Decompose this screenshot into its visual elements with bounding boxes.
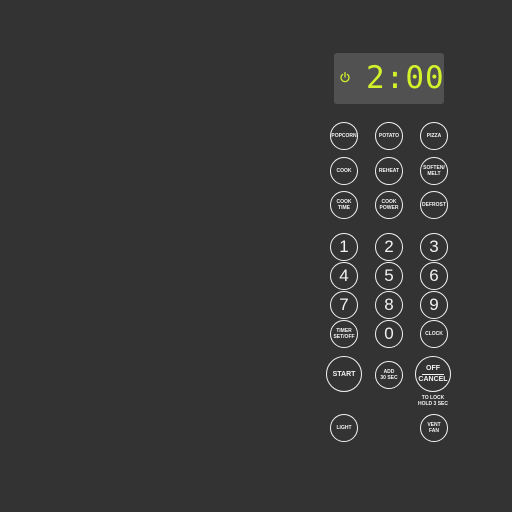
power-icon (340, 71, 350, 83)
number-7-button[interactable]: 7 (330, 291, 358, 319)
light-button[interactable]: LIGHT (330, 414, 358, 442)
off-label: OFF (426, 364, 440, 372)
clock-button[interactable]: CLOCK (420, 320, 448, 348)
number-0-button[interactable]: 0 (375, 320, 403, 348)
timer-set-off-button[interactable]: TIMER SET/OFF (330, 320, 358, 348)
number-3-button[interactable]: 3 (420, 233, 448, 261)
defrost-button[interactable]: DEFROST (420, 191, 448, 219)
number-2-button[interactable]: 2 (375, 233, 403, 261)
potato-button[interactable]: POTATO (375, 122, 403, 150)
number-4-button[interactable]: 4 (330, 262, 358, 290)
start-button[interactable]: START (326, 356, 362, 392)
cook-button[interactable]: COOK (330, 157, 358, 185)
number-8-button[interactable]: 8 (375, 291, 403, 319)
lock-instruction-text: TO LOCK HOLD 3 SEC (417, 395, 448, 407)
number-9-button[interactable]: 9 (420, 291, 448, 319)
reheat-button[interactable]: REHEAT (375, 157, 403, 185)
pizza-button[interactable]: PIZZA (420, 122, 448, 150)
add-30-sec-button[interactable]: ADD 30 SEC (375, 361, 403, 389)
off-cancel-divider (422, 373, 444, 375)
popcorn-button[interactable]: POPCORN (330, 122, 358, 150)
number-1-button[interactable]: 1 (330, 233, 358, 261)
cook-time-button[interactable]: COOK TIME (330, 191, 358, 219)
display-time: 2:00 (366, 60, 445, 96)
vent-fan-button[interactable]: VENT FAN (420, 414, 448, 442)
cook-power-button[interactable]: COOK POWER (375, 191, 403, 219)
cancel-label: CANCEL (418, 375, 448, 383)
off-cancel-button[interactable]: OFF CANCEL (415, 356, 451, 392)
number-6-button[interactable]: 6 (420, 262, 448, 290)
soften-melt-button[interactable]: SOFTEN/ MELT (420, 157, 448, 185)
number-5-button[interactable]: 5 (375, 262, 403, 290)
microwave-control-panel: 2:00 POPCORN POTATO PIZZA COOK REHEAT SO… (0, 0, 512, 512)
